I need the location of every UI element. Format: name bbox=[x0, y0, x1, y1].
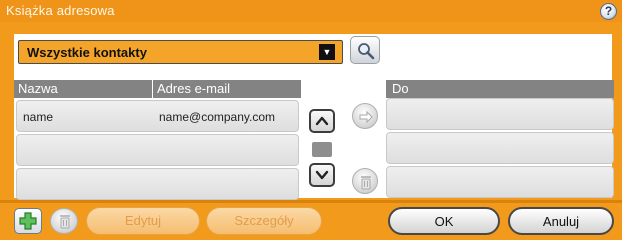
scroll-up-button[interactable] bbox=[309, 109, 335, 133]
contacts-filter-dropdown[interactable]: Wszystkie kontakty ▼ bbox=[18, 40, 343, 64]
delete-contact-button[interactable] bbox=[50, 208, 78, 234]
chevron-down-icon bbox=[315, 170, 329, 180]
contact-row[interactable] bbox=[16, 168, 299, 200]
recipients-header: Do bbox=[386, 80, 614, 98]
cancel-button[interactable]: Anuluj bbox=[508, 207, 614, 235]
plus-icon bbox=[19, 212, 37, 230]
contact-row[interactable]: name name@company.com bbox=[16, 100, 299, 132]
scroll-position-indicator bbox=[312, 142, 332, 157]
add-to-recipients-button[interactable] bbox=[352, 103, 378, 129]
column-header-email: Adres e-mail bbox=[153, 80, 301, 98]
contact-row[interactable] bbox=[16, 134, 299, 166]
magnifier-icon bbox=[358, 43, 375, 60]
search-button[interactable] bbox=[350, 36, 380, 64]
edit-button[interactable]: Edytuj bbox=[86, 207, 200, 235]
recipient-row[interactable] bbox=[386, 166, 614, 198]
dropdown-selected-value: Wszystkie kontakty bbox=[27, 45, 147, 60]
scroll-down-button[interactable] bbox=[309, 163, 335, 187]
recipient-row[interactable] bbox=[386, 98, 614, 130]
contact-name: name bbox=[23, 110, 54, 124]
add-contact-button[interactable] bbox=[14, 208, 42, 234]
chevron-up-icon bbox=[315, 116, 329, 126]
details-button[interactable]: Szczegóły bbox=[206, 207, 322, 235]
chevron-down-icon: ▼ bbox=[319, 44, 335, 60]
contact-email: name@company.com bbox=[159, 110, 276, 124]
recipient-row[interactable] bbox=[386, 132, 614, 164]
arrow-right-icon bbox=[359, 110, 373, 124]
remove-recipient-button[interactable] bbox=[352, 168, 378, 194]
toolbar-divider bbox=[0, 200, 622, 203]
ok-button[interactable]: OK bbox=[388, 207, 500, 235]
trash-icon bbox=[361, 176, 371, 190]
help-icon[interactable]: ? bbox=[600, 3, 617, 20]
trash-icon bbox=[60, 215, 70, 229]
title-bar: Książka adresowa ? bbox=[0, 0, 622, 22]
window-title: Książka adresowa bbox=[6, 3, 115, 18]
column-header-name: Nazwa bbox=[14, 80, 152, 98]
